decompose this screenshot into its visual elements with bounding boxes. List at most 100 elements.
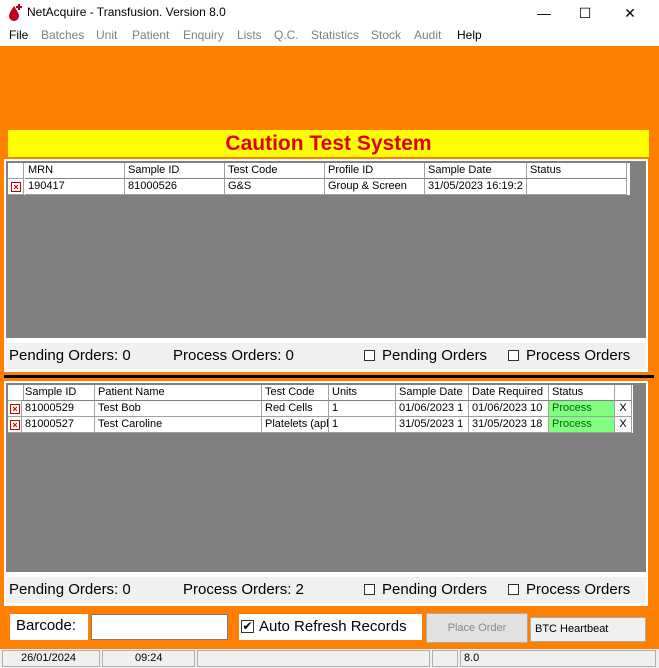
- pending-count: Pending Orders: 0: [9, 581, 131, 598]
- btc-heartbeat-indicator: BTC Heartbeat: [530, 617, 646, 642]
- col-status[interactable]: Status: [549, 385, 615, 401]
- menu-qc[interactable]: Q.C.: [274, 28, 299, 42]
- close-icon: ✕: [624, 4, 636, 21]
- title-bar: NetAcquire - Transfusion. Version 8.0 — …: [0, 0, 659, 26]
- process-orders-table: Sample ID Patient Name Test Code Units S…: [8, 385, 633, 433]
- panel-divider: [4, 375, 654, 378]
- table-row[interactable]: × 81000529 Test Bob Red Cells 1 01/06/20…: [8, 401, 633, 417]
- cell-date-required: 01/06/2023 10: [469, 401, 549, 417]
- pending-orders-checkbox[interactable]: [364, 584, 375, 595]
- col-sample-id[interactable]: Sample ID: [22, 385, 95, 401]
- table-header: MRN Sample ID Test Code Profile ID Sampl…: [8, 163, 630, 179]
- auto-refresh-checkbox[interactable]: ✔: [241, 620, 254, 633]
- maximize-button[interactable]: ☐: [562, 0, 608, 26]
- place-order-button[interactable]: Place Order: [426, 613, 528, 643]
- barcode-label: Barcode:: [10, 614, 88, 640]
- pending-orders-check-label: Pending Orders: [382, 347, 488, 364]
- status-bar: 26/01/2024 09:24 8.0: [0, 649, 659, 668]
- cell-patient-name: Test Caroline: [95, 417, 262, 433]
- cell-units: 1: [329, 417, 396, 433]
- cell-test-code: G&S: [225, 179, 325, 195]
- process-count: Process Orders: 0: [173, 347, 294, 364]
- menu-batches[interactable]: Batches: [41, 28, 84, 42]
- col-sample-id[interactable]: Sample ID: [125, 163, 225, 179]
- cell-test-code: Red Cells: [262, 401, 329, 417]
- caution-banner: Caution Test System: [8, 130, 649, 157]
- auto-refresh-toggle[interactable]: ✔ Auto Refresh Records: [239, 614, 422, 640]
- col-mrn[interactable]: MRN: [25, 163, 125, 179]
- process-orders-footer: Pending Orders: 0 Process Orders: 2 Pend…: [6, 577, 646, 603]
- auto-refresh-label: Auto Refresh Records: [259, 618, 407, 635]
- table-header: Sample ID Patient Name Test Code Units S…: [8, 385, 633, 401]
- cell-sample-id: 81000526: [125, 179, 225, 195]
- remove-row-button[interactable]: X: [615, 401, 632, 417]
- status-badge: Process: [549, 401, 615, 417]
- process-orders-checkbox[interactable]: [508, 350, 519, 361]
- cell-sample-date: 31/05/2023 16:19:2: [425, 179, 527, 195]
- cell-sample-date: 01/06/2023 1: [396, 401, 469, 417]
- cell-patient-name: Test Bob: [95, 401, 262, 417]
- col-date-required[interactable]: Date Required: [469, 385, 549, 401]
- maximize-icon: ☐: [578, 4, 592, 21]
- col-sample-date[interactable]: Sample Date: [396, 385, 469, 401]
- process-orders-checkbox[interactable]: [508, 584, 519, 595]
- menu-bar: File Batches Unit Patient Enquiry Lists …: [0, 26, 659, 46]
- col-patient-name[interactable]: Patient Name: [95, 385, 262, 401]
- process-orders-check-label: Process Orders: [526, 581, 631, 598]
- cell-sample-id: 81000527: [22, 417, 95, 433]
- barcode-input[interactable]: [91, 614, 228, 640]
- cell-date-required: 31/05/2023 18: [469, 417, 549, 433]
- blood-drop-icon: [9, 4, 22, 21]
- close-button[interactable]: ✕: [607, 0, 653, 26]
- process-orders-check-label: Process Orders: [526, 347, 631, 364]
- cell-profile-id: Group & Screen: [325, 179, 425, 195]
- menu-help[interactable]: Help: [457, 28, 482, 42]
- process-orders-panel: Sample ID Patient Name Test Code Units S…: [4, 381, 648, 606]
- menu-file[interactable]: File: [9, 28, 28, 42]
- status-date: 26/01/2024: [2, 650, 100, 667]
- pending-orders-check-label: Pending Orders: [382, 581, 488, 598]
- col-test-code[interactable]: Test Code: [225, 163, 325, 179]
- table-row[interactable]: × 190417 81000526 G&S Group & Screen 31/…: [8, 179, 630, 195]
- pending-orders-table: MRN Sample ID Test Code Profile ID Sampl…: [8, 163, 630, 195]
- pending-orders-grid: MRN Sample ID Test Code Profile ID Sampl…: [6, 161, 646, 338]
- window-title: NetAcquire - Transfusion. Version 8.0: [27, 5, 226, 19]
- menu-patient[interactable]: Patient: [132, 28, 169, 42]
- menu-statistics[interactable]: Statistics: [311, 28, 359, 42]
- col-action[interactable]: [615, 385, 632, 401]
- col-units[interactable]: Units: [329, 385, 396, 401]
- pending-orders-footer: Pending Orders: 0 Process Orders: 0 Pend…: [6, 343, 646, 369]
- menu-lists[interactable]: Lists: [237, 28, 262, 42]
- col-test-code[interactable]: Test Code: [262, 385, 329, 401]
- delete-icon[interactable]: ×: [10, 420, 20, 430]
- delete-icon[interactable]: ×: [11, 182, 21, 192]
- minimize-button[interactable]: —: [521, 0, 567, 26]
- col-profile-id[interactable]: Profile ID: [325, 163, 425, 179]
- menu-audit[interactable]: Audit: [414, 28, 441, 42]
- process-count: Process Orders: 2: [183, 581, 304, 598]
- cell-status: [527, 179, 627, 195]
- menu-stock[interactable]: Stock: [371, 28, 401, 42]
- status-panel-blank: [197, 650, 430, 667]
- status-time: 09:24: [102, 650, 195, 667]
- process-orders-grid: Sample ID Patient Name Test Code Units S…: [6, 383, 646, 572]
- pending-count: Pending Orders: 0: [9, 347, 131, 364]
- pending-orders-panel: MRN Sample ID Test Code Profile ID Sampl…: [4, 159, 648, 372]
- menu-unit[interactable]: Unit: [96, 28, 117, 42]
- table-row[interactable]: × 81000527 Test Caroline Platelets (aph …: [8, 417, 633, 433]
- delete-icon[interactable]: ×: [10, 404, 20, 414]
- status-version: 8.0: [460, 650, 656, 667]
- status-badge: Process: [549, 417, 615, 433]
- minimize-icon: —: [537, 5, 551, 21]
- remove-row-button[interactable]: X: [615, 417, 632, 433]
- cell-mrn: 190417: [25, 179, 125, 195]
- cell-sample-date: 31/05/2023 1: [396, 417, 469, 433]
- cell-sample-id: 81000529: [22, 401, 95, 417]
- pending-orders-checkbox[interactable]: [364, 350, 375, 361]
- cell-units: 1: [329, 401, 396, 417]
- col-status[interactable]: Status: [527, 163, 627, 179]
- col-sample-date[interactable]: Sample Date: [425, 163, 527, 179]
- status-panel-blank-2: [432, 650, 458, 667]
- cell-test-code: Platelets (aph: [262, 417, 329, 433]
- menu-enquiry[interactable]: Enquiry: [183, 28, 224, 42]
